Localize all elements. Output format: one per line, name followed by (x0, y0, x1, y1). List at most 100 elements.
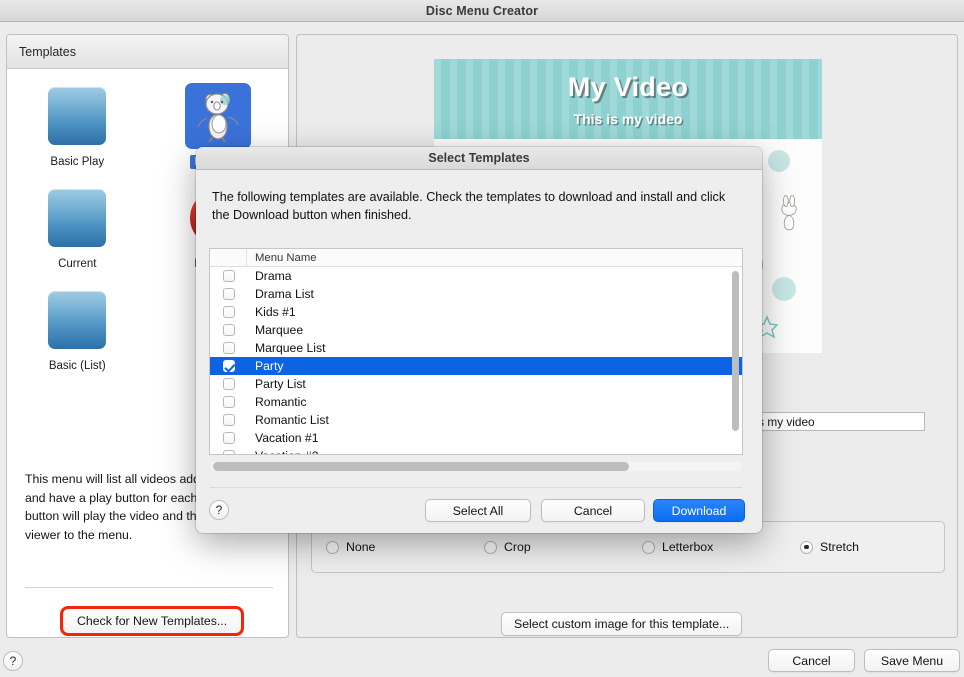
help-icon[interactable]: ? (3, 651, 23, 671)
templates-panel-header: Templates (7, 35, 288, 69)
kids-bear-thumb-icon (189, 87, 247, 145)
preview-menu-title: My Video (567, 71, 689, 102)
radio-label: Letterbox (662, 540, 714, 554)
templates-list-box[interactable]: Menu Name Drama Drama List Kids #1 Marqu… (209, 248, 743, 455)
radio-button[interactable] (800, 540, 813, 554)
row-checkbox-wrap[interactable] (210, 306, 247, 318)
row-checkbox-wrap[interactable] (210, 432, 247, 444)
list-item[interactable]: Vacation #1 (210, 429, 742, 447)
template-label: Basic Play (50, 156, 105, 168)
download-button[interactable]: Download (653, 499, 745, 522)
window-help-button-wrap: ? (3, 651, 23, 671)
help-icon[interactable]: ? (209, 500, 229, 520)
list-rows: Drama Drama List Kids #1 Marquee Marquee… (210, 267, 742, 454)
window-title: Disc Menu Creator (425, 3, 539, 18)
window-cancel-button[interactable]: Cancel (768, 649, 855, 672)
row-checkbox-wrap[interactable] (210, 396, 247, 408)
row-checkbox-wrap[interactable] (210, 360, 247, 372)
row-checkbox-wrap[interactable] (210, 378, 247, 390)
checkbox-icon[interactable] (222, 450, 235, 454)
list-item[interactable]: Marquee List (210, 339, 742, 357)
preview-banner: My Video This is my video (434, 59, 822, 139)
checkbox-icon[interactable] (222, 342, 235, 354)
checkbox-icon[interactable] (222, 432, 235, 444)
list-item-label: Marquee List (255, 341, 326, 355)
list-item[interactable]: Drama List (210, 285, 742, 303)
checkbox-icon[interactable] (222, 288, 235, 300)
list-item-label: Party (255, 359, 284, 373)
row-checkbox-wrap[interactable] (210, 414, 247, 426)
row-checkbox-wrap[interactable] (210, 288, 247, 300)
template-label: Basic (List) (48, 360, 106, 372)
checkbox-icon[interactable] (222, 270, 235, 282)
checkbox-icon[interactable] (222, 378, 235, 390)
check-new-templates-wrap: Check for New Templates... (59, 606, 245, 636)
list-item[interactable]: Marquee (210, 321, 742, 339)
blue-gradient-thumb-icon (48, 87, 107, 145)
template-item-basic-play[interactable]: Basic Play (7, 83, 148, 169)
horizontal-scrollbar-thumb[interactable] (213, 462, 629, 471)
dialog-help-button-wrap: ? (209, 500, 229, 520)
radio-option-none[interactable]: None (312, 540, 470, 554)
window-save-menu-button[interactable]: Save Menu (864, 649, 960, 672)
radio-button[interactable] (642, 540, 655, 554)
blue-gradient-thumb-icon (48, 189, 107, 247)
template-thumb[interactable] (44, 83, 110, 149)
list-item-label: Vacation #2 (247, 449, 318, 454)
list-item-label: Drama List (255, 287, 314, 301)
menu-name-column-header: Menu Name (255, 251, 317, 264)
template-item-current[interactable]: Current (7, 185, 148, 271)
row-checkbox-wrap[interactable] (210, 270, 247, 282)
templates-panel-title: Templates (19, 44, 76, 59)
window-titlebar: Disc Menu Creator (0, 0, 964, 22)
row-checkbox-wrap[interactable] (210, 324, 247, 336)
list-item-label: Romantic (255, 395, 307, 409)
radio-button[interactable] (484, 540, 497, 554)
template-thumb[interactable] (184, 83, 251, 149)
row-checkbox-wrap[interactable] (210, 342, 247, 354)
dialog-intro-text: The following templates are available. C… (212, 190, 726, 222)
vertical-scrollbar[interactable] (732, 271, 739, 431)
radio-option-crop[interactable]: Crop (470, 540, 628, 554)
row-checkbox-wrap[interactable] (210, 450, 247, 454)
template-item-basic-list[interactable]: Basic (List) (7, 287, 148, 373)
checkbox-icon[interactable] (222, 396, 235, 408)
select-all-button[interactable]: Select All (425, 499, 531, 522)
dialog-title: Select Templates (428, 151, 530, 165)
divider (25, 587, 273, 588)
checkbox-icon[interactable] (222, 324, 235, 336)
radio-label: None (346, 540, 376, 554)
checkbox-icon[interactable] (222, 414, 235, 426)
dialog-cancel-button[interactable]: Cancel (541, 499, 645, 522)
list-item-label: Party List (255, 377, 306, 391)
list-item-selected[interactable]: Party (210, 357, 742, 375)
list-item[interactable]: Romantic List (210, 411, 742, 429)
preview-menu-subtitle: This is my video (573, 110, 683, 127)
list-item[interactable]: Kids #1 (210, 303, 742, 321)
checkbox-icon[interactable] (222, 306, 235, 318)
checkbox-column-header (210, 249, 247, 266)
radio-option-letterbox[interactable]: Letterbox (628, 540, 786, 554)
custom-image-button-wrap: Select custom image for this template... (501, 612, 743, 636)
check-for-new-templates-button[interactable]: Check for New Templates... (59, 606, 245, 636)
list-item-label: Vacation #1 (255, 431, 319, 445)
list-item-label: Drama (255, 269, 292, 283)
list-item-label: Kids #1 (255, 305, 296, 319)
checkbox-icon-checked[interactable] (222, 360, 235, 372)
select-custom-image-button[interactable]: Select custom image for this template... (501, 612, 743, 636)
list-item-label: Marquee (255, 323, 304, 337)
template-thumb[interactable] (44, 185, 110, 251)
list-item[interactable]: Romantic (210, 393, 742, 411)
template-label: Current (58, 258, 97, 270)
dialog-divider (209, 487, 743, 488)
list-item[interactable]: Vacation #2 (210, 447, 742, 454)
radio-option-stretch[interactable]: Stretch (786, 540, 944, 554)
list-item-label: Romantic List (255, 413, 329, 427)
blue-gradient-thumb-icon (48, 291, 107, 349)
disc-menu-creator-window: Disc Menu Creator Templates Basic Play C… (0, 0, 964, 677)
list-item[interactable]: Party List (210, 375, 742, 393)
template-thumb[interactable] (44, 287, 110, 353)
radio-button[interactable] (326, 540, 339, 554)
list-item[interactable]: Drama (210, 267, 742, 285)
radio-label: Crop (504, 540, 531, 554)
